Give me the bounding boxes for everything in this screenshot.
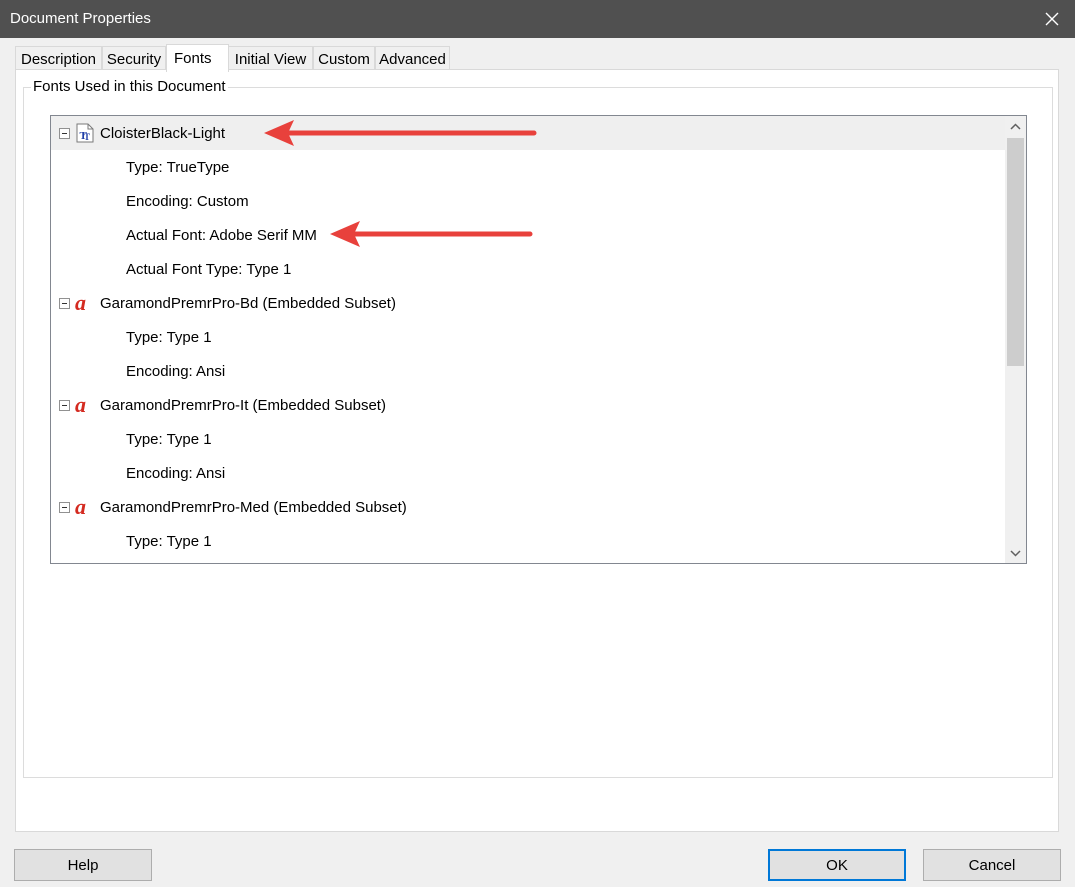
collapse-toggle-icon[interactable]: [59, 127, 70, 139]
group-box-label: Fonts Used in this Document: [31, 78, 228, 96]
tree-node-font[interactable]: a GaramondPremrPro-Bd (Embedded Subset): [51, 286, 1006, 320]
close-button[interactable]: [1029, 0, 1075, 38]
tree-node-property[interactable]: Encoding: Ansi: [51, 456, 1006, 490]
tree-node-font[interactable]: a GaramondPremrPro-Med (Embedded Subset): [51, 490, 1006, 524]
tab-advanced[interactable]: Advanced: [375, 46, 450, 71]
scrollbar-thumb[interactable]: [1007, 138, 1024, 366]
vertical-scrollbar[interactable]: [1005, 116, 1026, 563]
font-property: Type: TrueType: [126, 158, 230, 176]
font-property: Actual Font Type: Type 1: [126, 260, 292, 278]
font-property: Type: Type 1: [126, 532, 212, 550]
cancel-button[interactable]: Cancel: [923, 849, 1061, 881]
tab-security[interactable]: Security: [102, 46, 166, 71]
tab-label: Fonts: [174, 50, 212, 67]
tab-description[interactable]: Description: [15, 46, 102, 71]
tree-rows: T T CloisterBlack-Light Type: TrueType E…: [51, 116, 1006, 558]
tab-label: Custom: [318, 50, 370, 68]
font-property: Encoding: Custom: [126, 192, 249, 210]
tree-node-font[interactable]: a GaramondPremrPro-It (Embedded Subset): [51, 388, 1006, 422]
tree-node-property[interactable]: Actual Font: Adobe Serif MM: [51, 218, 1006, 252]
scroll-up-button[interactable]: [1005, 116, 1026, 136]
button-label: Help: [67, 856, 99, 874]
font-property: Actual Font: Adobe Serif MM: [126, 226, 317, 244]
tree-node-property[interactable]: Type: Type 1: [51, 524, 1006, 558]
font-name: CloisterBlack-Light: [100, 124, 226, 142]
font-property: Type: Type 1: [126, 430, 212, 448]
chevron-up-icon: [1010, 122, 1021, 130]
chevron-down-icon: [1010, 549, 1021, 557]
collapse-toggle-icon[interactable]: [59, 297, 70, 309]
window-title: Document Properties: [10, 10, 151, 27]
font-name: GaramondPremrPro-Bd (Embedded Subset): [100, 294, 396, 312]
scroll-down-button[interactable]: [1005, 543, 1026, 563]
fonts-tree-view[interactable]: T T CloisterBlack-Light Type: TrueType E…: [50, 115, 1027, 564]
button-label: Cancel: [968, 856, 1016, 874]
ok-button[interactable]: OK: [768, 849, 906, 881]
svg-text:T: T: [84, 132, 90, 142]
tab-label: Advanced: [379, 50, 446, 68]
collapse-toggle-icon[interactable]: [59, 399, 70, 411]
tree-node-property[interactable]: Type: TrueType: [51, 150, 1006, 184]
tab-label: Initial View: [234, 50, 307, 68]
tree-node-font[interactable]: T T CloisterBlack-Light: [51, 116, 1006, 150]
fonts-tab-panel: Fonts Used in this Document T T Cloister…: [15, 69, 1059, 832]
truetype-font-icon: T T: [75, 122, 95, 144]
opentype-font-icon: a: [75, 496, 95, 518]
close-icon: [1045, 12, 1059, 26]
tab-label: Security: [106, 50, 162, 68]
tree-node-property[interactable]: Type: Type 1: [51, 422, 1006, 456]
opentype-font-icon: a: [75, 292, 95, 314]
help-button[interactable]: Help: [14, 849, 152, 881]
tab-fonts[interactable]: Fonts: [166, 44, 229, 72]
svg-text:a: a: [75, 496, 86, 518]
fonts-group-box: Fonts Used in this Document T T Cloister…: [23, 78, 1053, 778]
svg-text:a: a: [75, 292, 86, 314]
tree-node-property[interactable]: Type: Type 1: [51, 320, 1006, 354]
collapse-toggle-icon[interactable]: [59, 501, 70, 513]
title-bar: Document Properties: [0, 0, 1075, 38]
font-property: Encoding: Ansi: [126, 464, 226, 482]
svg-text:a: a: [75, 394, 86, 416]
tab-initial-view[interactable]: Initial View: [228, 46, 313, 71]
font-name: GaramondPremrPro-Med (Embedded Subset): [100, 498, 407, 516]
tree-node-property[interactable]: Actual Font Type: Type 1: [51, 252, 1006, 286]
tab-label: Description: [20, 50, 97, 68]
opentype-font-icon: a: [75, 394, 95, 416]
tree-node-property[interactable]: Encoding: Custom: [51, 184, 1006, 218]
tree-node-property[interactable]: Encoding: Ansi: [51, 354, 1006, 388]
font-name: GaramondPremrPro-It (Embedded Subset): [100, 396, 386, 414]
button-label: OK: [826, 856, 848, 874]
font-property: Encoding: Ansi: [126, 362, 226, 380]
font-property: Type: Type 1: [126, 328, 212, 346]
tab-custom[interactable]: Custom: [313, 46, 375, 71]
